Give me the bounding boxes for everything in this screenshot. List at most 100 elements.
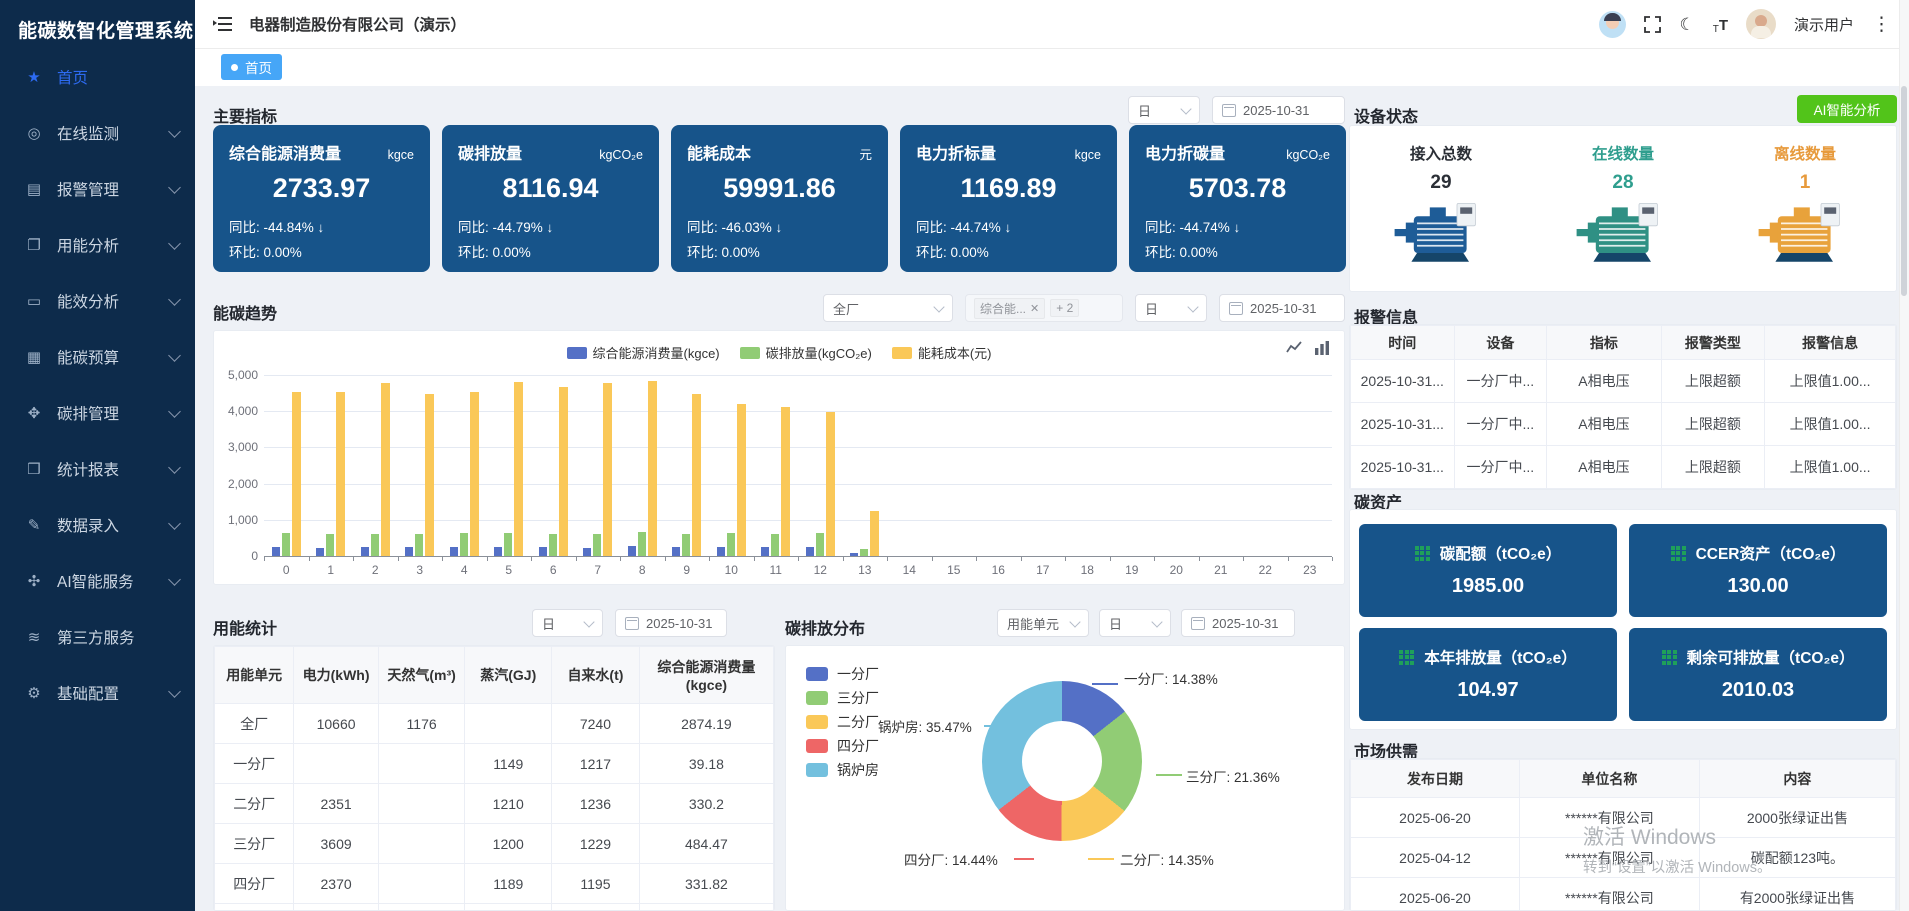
emission-dim-select[interactable]: 用能单元	[997, 609, 1089, 637]
gridline	[264, 520, 1332, 521]
section-title-kpi: 主要指标	[213, 103, 277, 127]
fullscreen-icon[interactable]	[1644, 16, 1661, 33]
table-row[interactable]: 2025-06-20******有限公司2000张绿证出售	[1351, 798, 1896, 838]
sidebar-item-online-monitoring[interactable]: ◎在线监测	[0, 105, 195, 161]
alarm-table: 时间设备指标报警类型报警信息2025-10-31...一分厂中...A相电压上限…	[1350, 325, 1896, 490]
sidebar-item-data-entry[interactable]: ✎数据录入	[0, 497, 195, 553]
table-cell: ******有限公司	[1519, 878, 1699, 911]
user-avatar[interactable]	[1746, 9, 1776, 39]
donut-legend-item[interactable]: 三分厂	[806, 686, 879, 710]
tab-home-label: 首页	[245, 57, 272, 77]
kpi-title: 电力折标量	[916, 140, 996, 164]
remove-tag-icon[interactable]: ✕	[1030, 302, 1039, 315]
x-axis-tick	[1065, 557, 1066, 561]
sidebar-item-energy-carbon-budget[interactable]: ▦能碳预算	[0, 329, 195, 385]
sidebar-item-statistics-report[interactable]: ❒统计报表	[0, 441, 195, 497]
table-cell: 全厂	[215, 704, 294, 744]
x-axis-label: 8	[627, 563, 657, 577]
table-row[interactable]: 二分厂235112101236330.2	[215, 784, 774, 824]
legend-item[interactable]: 能耗成本(元)	[892, 343, 992, 362]
section-title-trend: 能碳趋势	[213, 300, 277, 324]
sidebar-item-efficiency-analysis[interactable]: ▭能效分析	[0, 273, 195, 329]
device-status-label: 在线数量	[1532, 142, 1714, 164]
table-row[interactable]: 一分厂1149121739.18	[215, 744, 774, 784]
sidebar-item-home[interactable]: ★首页	[0, 49, 195, 105]
grid-icon	[1399, 650, 1414, 665]
kpi-date-picker[interactable]: 2025-10-31	[1212, 96, 1345, 124]
energy-date-picker[interactable]: 2025-10-31	[615, 609, 727, 637]
table-row[interactable]: 2025-06-20******有限公司有2000张绿证出售	[1351, 878, 1896, 911]
gridline	[264, 411, 1332, 412]
kpi-period-select[interactable]: 日	[1128, 96, 1200, 124]
table-cell: 一分厂	[215, 744, 294, 784]
table-row[interactable]: 2025-10-31...一分厂中...A相电压上限超额上限值1.00...	[1351, 403, 1896, 446]
down-arrow-icon: ↓	[547, 220, 554, 235]
column-header: 设备	[1454, 326, 1547, 360]
window-scrollbar[interactable]	[1899, 0, 1909, 911]
asset-value: 2010.03	[1629, 679, 1887, 702]
bar-chart-toggle-icon[interactable]	[1314, 340, 1330, 356]
chevron-down-icon	[168, 573, 181, 586]
bar-能耗成本(元)	[292, 392, 301, 556]
legend-swatch	[892, 347, 912, 359]
table-row[interactable]: 2025-04-12******有限公司碳配额123吨。	[1351, 838, 1896, 878]
table-row[interactable]	[215, 904, 774, 911]
ai-analysis-button[interactable]: AI智能分析	[1797, 95, 1897, 123]
font-size-icon[interactable]: TT	[1713, 16, 1728, 33]
tab-home[interactable]: 首页	[221, 54, 282, 80]
sidebar-item-alarm-management[interactable]: ▤报警管理	[0, 161, 195, 217]
x-axis-label: 1	[316, 563, 346, 577]
bar-能耗成本(元)	[603, 383, 612, 556]
x-axis-label: 21	[1206, 563, 1236, 577]
table-row[interactable]: 三分厂360912001229484.47	[215, 824, 774, 864]
dark-mode-moon-icon[interactable]: ☾	[1679, 16, 1694, 33]
x-axis-label: 22	[1250, 563, 1280, 577]
chevron-down-icon	[168, 237, 181, 250]
donut-legend-item[interactable]: 一分厂	[806, 662, 879, 686]
column-header: 单位名称	[1519, 760, 1699, 798]
emission-date-picker[interactable]: 2025-10-31	[1181, 609, 1295, 637]
star-icon: ★	[24, 68, 44, 86]
legend-item[interactable]: 综合能源消费量(kgce)	[567, 343, 720, 362]
sidebar-item-base-config[interactable]: ⚙基础配置	[0, 665, 195, 721]
x-axis-tick	[754, 557, 755, 561]
emission-period-select[interactable]: 日	[1099, 609, 1171, 637]
sidebar-item-label: 用能分析	[57, 234, 170, 256]
sidebar-item-third-party[interactable]: ≋第三方服务	[0, 609, 195, 665]
line-chart-toggle-icon[interactable]	[1286, 340, 1302, 356]
table-row[interactable]: 2025-10-31...一分厂中...A相电压上限超额上限值1.00...	[1351, 360, 1896, 403]
trend-metrics-multiselect[interactable]: 综合能...✕ + 2	[965, 294, 1123, 322]
donut-legend: 一分厂三分厂二分厂四分厂锅炉房	[806, 662, 879, 782]
more-menu-icon[interactable]: ⋮	[1872, 15, 1891, 34]
sidebar-item-energy-analysis[interactable]: ❐用能分析	[0, 217, 195, 273]
donut-legend-item[interactable]: 二分厂	[806, 710, 879, 734]
legend-item[interactable]: 碳排放量(kgCO₂e)	[740, 343, 872, 362]
donut-legend-item[interactable]: 四分厂	[806, 734, 879, 758]
table-row[interactable]: 全厂10660117672402874.19	[215, 704, 774, 744]
chevron-down-icon	[168, 517, 181, 530]
down-arrow-icon: ↓	[318, 220, 325, 235]
bar-碳排放量(kgCO₂e)	[860, 549, 868, 556]
kpi-yoy: 同比: -44.79% ↓	[458, 216, 643, 236]
assistant-avatar-icon[interactable]	[1599, 11, 1626, 38]
trend-period-select[interactable]: 日	[1135, 294, 1207, 322]
bar-综合能源消费量(kgce)	[539, 547, 547, 556]
energy-period-select[interactable]: 日	[532, 609, 603, 637]
legend-swatch	[740, 347, 760, 359]
bar-碳排放量(kgCO₂e)	[816, 533, 824, 556]
table-cell	[639, 904, 773, 911]
collapse-sidebar-icon[interactable]	[213, 15, 233, 33]
kpi-unit: kgce	[1075, 148, 1101, 162]
scrollbar-thumb[interactable]	[1901, 86, 1907, 296]
donut-legend-item[interactable]: 锅炉房	[806, 758, 879, 782]
sidebar-item-ai-service[interactable]: ✣AI智能服务	[0, 553, 195, 609]
x-axis-tick	[843, 557, 844, 561]
trend-date-picker[interactable]: 2025-10-31	[1219, 294, 1345, 322]
table-row[interactable]: 四分厂237011891195331.82	[215, 864, 774, 904]
table-row[interactable]: 2025-10-31...一分厂中...A相电压上限超额上限值1.00...	[1351, 446, 1896, 489]
sidebar-item-carbon-management[interactable]: ✥碳排管理	[0, 385, 195, 441]
trend-unit-select[interactable]: 全厂	[823, 294, 953, 322]
column-header: 用能单元	[215, 647, 294, 704]
table-cell	[465, 904, 552, 911]
table-row[interactable]	[1351, 489, 1896, 491]
